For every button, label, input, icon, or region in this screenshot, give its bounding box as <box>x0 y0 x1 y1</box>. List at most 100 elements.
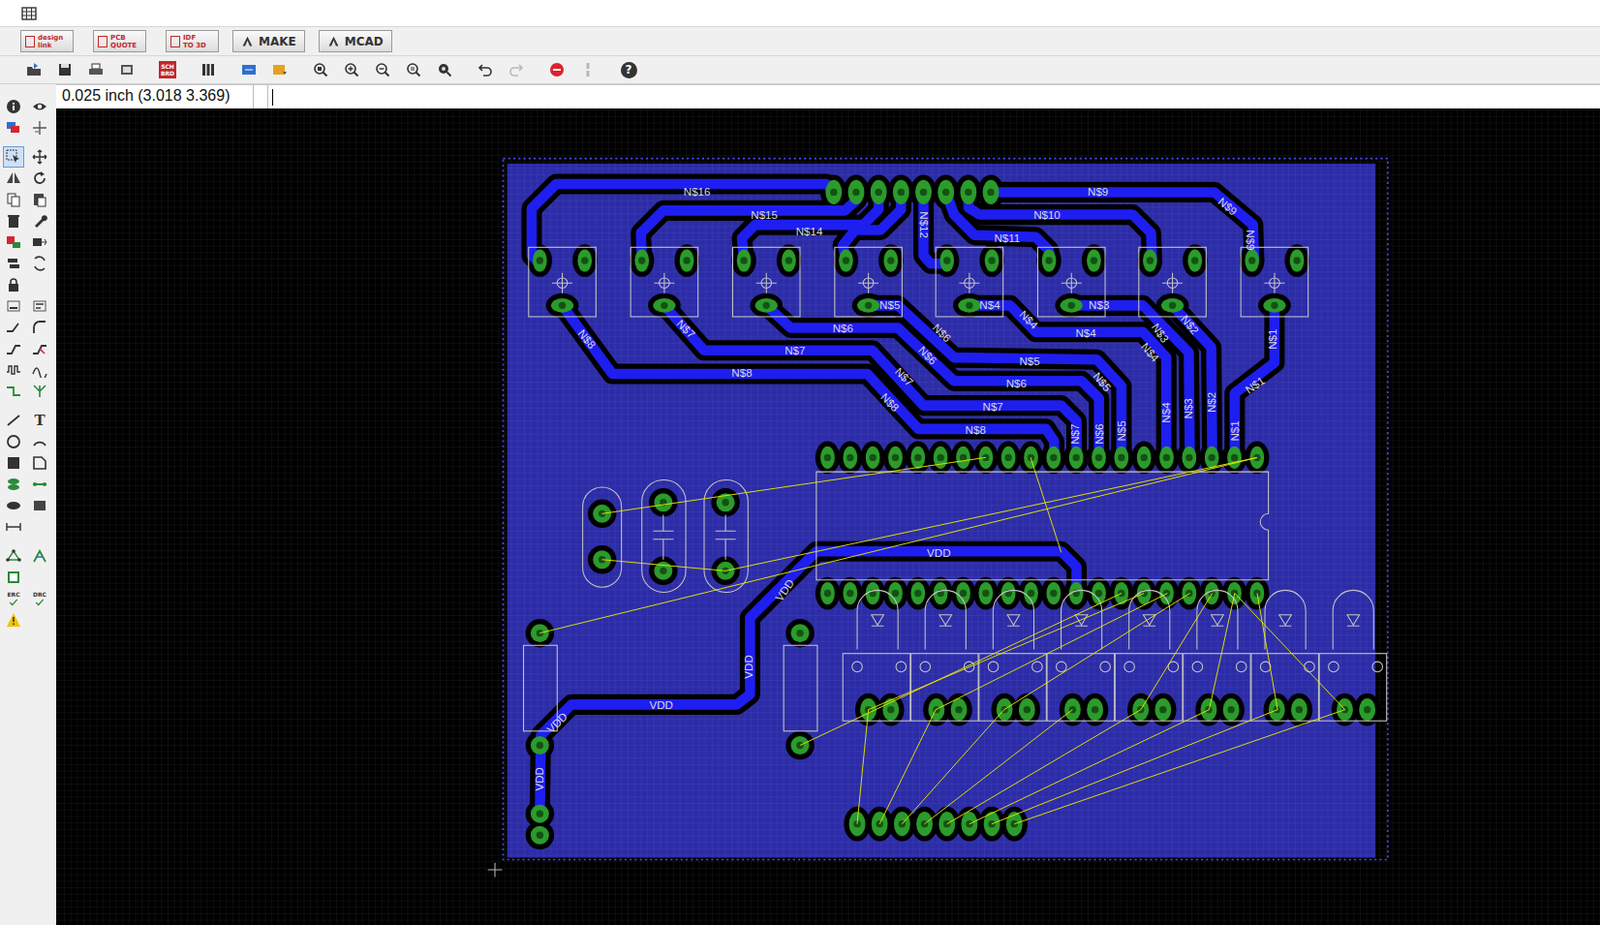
lib-button[interactable] <box>197 59 219 81</box>
airwire[interactable] <box>969 709 1210 825</box>
open-button[interactable] <box>23 59 45 81</box>
pad[interactable] <box>634 248 649 272</box>
trace[interactable] <box>968 191 1153 261</box>
lock-tool[interactable] <box>2 274 25 296</box>
pad[interactable] <box>1262 298 1286 313</box>
line-tool[interactable] <box>2 409 25 431</box>
pad[interactable] <box>1001 446 1016 469</box>
pad[interactable] <box>1244 248 1260 272</box>
pad[interactable] <box>865 446 881 469</box>
pad[interactable] <box>1069 446 1084 469</box>
design-tool[interactable] <box>2 566 25 588</box>
pad[interactable] <box>951 698 968 721</box>
trace[interactable] <box>1071 305 1190 458</box>
airwire[interactable] <box>947 709 1141 825</box>
info-tool[interactable] <box>2 95 25 118</box>
app-button[interactable]: MAKE <box>232 30 306 53</box>
erc-tool[interactable]: ERC <box>2 587 25 610</box>
drc-tool[interactable]: DRC <box>29 587 51 610</box>
zout-button[interactable] <box>371 59 394 81</box>
via-tool[interactable] <box>2 473 25 495</box>
pad[interactable] <box>551 298 574 313</box>
pad[interactable] <box>1249 582 1264 605</box>
pause-button[interactable] <box>577 59 599 81</box>
pad[interactable] <box>1023 582 1039 605</box>
airwire[interactable] <box>879 709 936 825</box>
schbrd-button[interactable]: SCHBRD <box>156 59 179 81</box>
pad[interactable] <box>892 180 910 205</box>
pad[interactable] <box>820 582 835 605</box>
pad[interactable] <box>1154 698 1171 721</box>
pad[interactable] <box>652 298 676 313</box>
pad[interactable] <box>937 180 954 205</box>
redo-button[interactable] <box>505 59 527 81</box>
pad[interactable] <box>857 298 880 313</box>
zfit-button[interactable] <box>309 59 332 81</box>
pad[interactable] <box>737 248 752 272</box>
undo-button[interactable] <box>474 59 496 81</box>
pad[interactable] <box>959 180 977 205</box>
stop-button[interactable] <box>546 59 568 81</box>
trace[interactable] <box>868 305 1122 458</box>
trace[interactable] <box>990 191 1255 261</box>
eye-tool[interactable] <box>29 95 51 118</box>
text-tool[interactable]: T <box>29 409 51 431</box>
pad[interactable] <box>848 180 865 205</box>
cam-button[interactable] <box>116 59 138 81</box>
app-button[interactable]: IDFTO 3D <box>165 30 219 53</box>
pad[interactable] <box>1291 698 1308 721</box>
pad[interactable] <box>865 582 881 605</box>
signal-tool[interactable] <box>29 473 51 495</box>
airwire[interactable] <box>539 457 1258 633</box>
airwire[interactable] <box>602 457 986 514</box>
airwire[interactable] <box>868 593 1144 710</box>
pad[interactable] <box>939 248 954 272</box>
app-button[interactable]: designlink <box>20 30 74 53</box>
pad[interactable] <box>888 446 903 469</box>
pad[interactable] <box>933 446 949 469</box>
pad[interactable] <box>592 550 612 569</box>
replace-tool[interactable] <box>29 252 51 275</box>
pad[interactable] <box>883 248 898 272</box>
airwire[interactable] <box>1208 593 1234 710</box>
layers-tool[interactable] <box>2 117 25 139</box>
pad[interactable] <box>653 492 673 512</box>
trace[interactable] <box>1172 305 1213 458</box>
rect-tool[interactable] <box>2 452 25 474</box>
meander-tool[interactable] <box>2 359 25 381</box>
pad[interactable] <box>1204 446 1220 469</box>
airwire[interactable] <box>901 709 1004 825</box>
name-tool[interactable] <box>2 295 25 317</box>
autoroute-tool[interactable] <box>2 380 25 402</box>
save-button[interactable] <box>54 59 76 81</box>
pad[interactable] <box>532 248 548 272</box>
airwire[interactable] <box>1140 593 1213 710</box>
split-tool[interactable] <box>2 316 25 339</box>
pad[interactable] <box>1290 248 1305 272</box>
pad[interactable] <box>1064 698 1081 721</box>
smash-tool[interactable] <box>29 231 51 253</box>
move-tool[interactable] <box>29 146 51 168</box>
pad[interactable] <box>842 582 858 605</box>
pad[interactable] <box>1223 698 1240 721</box>
pad[interactable] <box>755 298 778 313</box>
pad[interactable] <box>1046 446 1061 469</box>
airwire[interactable] <box>991 709 1278 825</box>
app-button[interactable]: PCBQUOTE <box>92 30 147 53</box>
print-button[interactable] <box>85 59 107 81</box>
pad[interactable] <box>1159 446 1174 469</box>
pad[interactable] <box>1018 698 1036 721</box>
zdrop-button[interactable] <box>433 59 456 81</box>
pad[interactable] <box>842 446 858 469</box>
ulp-button[interactable] <box>269 59 291 81</box>
pad[interactable] <box>1161 298 1184 313</box>
pad[interactable] <box>530 804 550 824</box>
pad[interactable] <box>530 826 550 845</box>
trace[interactable] <box>946 191 1050 261</box>
pad[interactable] <box>838 248 854 272</box>
ltune-tool[interactable] <box>29 359 51 381</box>
pad[interactable] <box>1042 248 1057 272</box>
pad[interactable] <box>781 248 797 272</box>
attr-tool[interactable] <box>29 494 51 517</box>
pad[interactable] <box>1181 446 1197 469</box>
